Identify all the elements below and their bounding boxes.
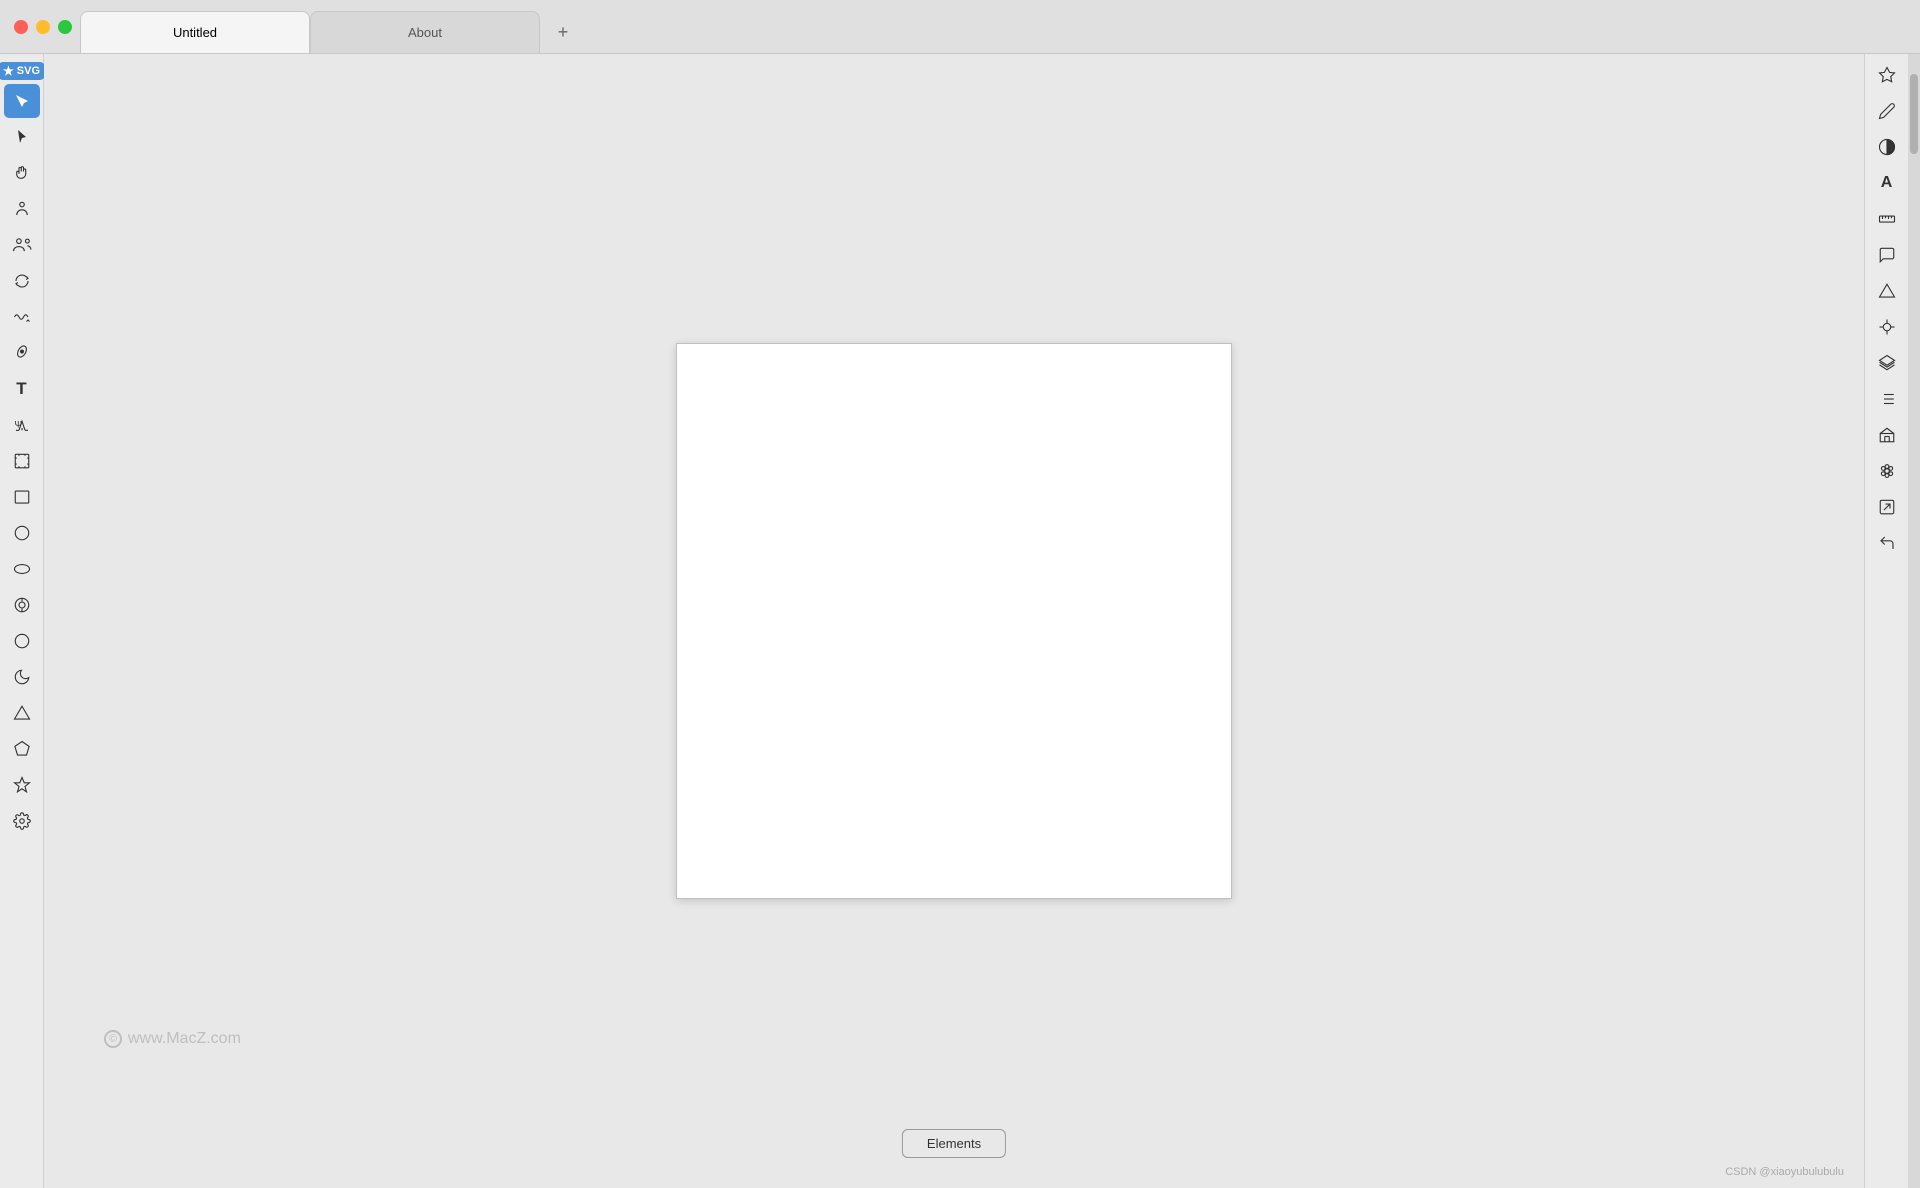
right-toolbar: A [1864, 54, 1908, 1188]
pointer-tool[interactable] [4, 120, 40, 154]
elements-button[interactable]: Elements [902, 1129, 1006, 1158]
layers-tool[interactable] [1869, 346, 1905, 380]
rectangle-tool[interactable] [4, 480, 40, 514]
canvas-area: © www.MacZ.com Elements CSDN @xiaoyubulu… [44, 54, 1864, 1188]
copyright-icon: © [104, 1030, 122, 1048]
contrast-tool[interactable] [1869, 130, 1905, 164]
select-tool[interactable] [4, 84, 40, 118]
main-area: ★ SVG T Ψ [0, 54, 1920, 1188]
flower-tool[interactable] [1869, 454, 1905, 488]
wave-tool[interactable] [4, 300, 40, 334]
hand-tool[interactable] [4, 156, 40, 190]
svg-star-icon: ★ [3, 64, 14, 78]
watermark-text: www.MacZ.com [128, 1030, 241, 1048]
crescent-tool[interactable] [4, 624, 40, 658]
pentagon-tool[interactable] [4, 732, 40, 766]
text-format-tool[interactable]: Ψ [4, 408, 40, 442]
people-tool[interactable] [4, 228, 40, 262]
tab-untitled[interactable]: Untitled [80, 11, 310, 53]
ruler-tool[interactable] [1869, 202, 1905, 236]
canvas-paper[interactable] [676, 343, 1232, 899]
expand-tool[interactable] [4, 444, 40, 478]
scrollbar[interactable] [1908, 54, 1920, 1188]
svg-badge[interactable]: ★ SVG [0, 62, 45, 80]
left-toolbar: ★ SVG T Ψ [0, 54, 44, 1188]
crosshair-tool[interactable] [1869, 310, 1905, 344]
svg-label: SVG [17, 65, 40, 77]
watermark: © www.MacZ.com [104, 1030, 241, 1048]
undo-tool[interactable] [1869, 526, 1905, 560]
style-tool[interactable] [1869, 58, 1905, 92]
scrollbar-thumb[interactable] [1910, 74, 1918, 154]
ellipse-tool[interactable] [4, 552, 40, 586]
gear-tool[interactable] [4, 804, 40, 838]
attribution-text: CSDN @xiaoyubulubulu [1725, 1166, 1844, 1178]
triangle-tool[interactable] [4, 696, 40, 730]
text-icon: T [16, 379, 26, 399]
font-tool[interactable]: A [1869, 166, 1905, 200]
delta-tool[interactable] [1869, 274, 1905, 308]
tab-about[interactable]: About [310, 11, 540, 53]
maximize-button[interactable] [58, 20, 72, 34]
export-tool[interactable] [1869, 490, 1905, 524]
titlebar: Untitled About + [0, 0, 1920, 54]
add-tab-button[interactable]: + [548, 17, 578, 47]
moon-tool[interactable] [4, 660, 40, 694]
text-tool[interactable]: T [4, 372, 40, 406]
comment-tool[interactable] [1869, 238, 1905, 272]
target-tool[interactable] [4, 588, 40, 622]
close-button[interactable] [14, 20, 28, 34]
loop-tool[interactable] [4, 264, 40, 298]
pencil-tool[interactable] [1869, 94, 1905, 128]
list-tool[interactable] [1869, 382, 1905, 416]
minimize-button[interactable] [36, 20, 50, 34]
person-tool[interactable] [4, 192, 40, 226]
pen-tool[interactable] [4, 336, 40, 370]
star-tool[interactable] [4, 768, 40, 802]
window-controls [14, 20, 72, 34]
circle-tool[interactable] [4, 516, 40, 550]
building-tool[interactable] [1869, 418, 1905, 452]
font-icon: A [1881, 174, 1893, 192]
